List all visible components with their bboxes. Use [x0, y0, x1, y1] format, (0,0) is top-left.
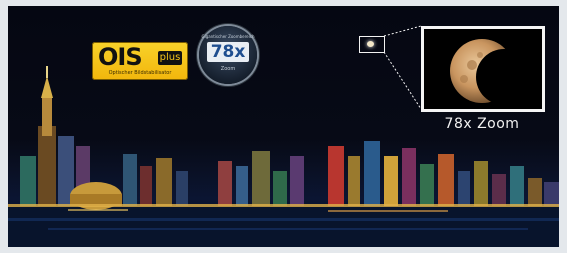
moon-image	[450, 39, 532, 105]
small-moon	[367, 41, 374, 47]
zoom-caption: 78x Zoom	[444, 116, 520, 132]
moon-highlight-box	[359, 36, 385, 53]
night-skyline-photo: OIS plus Optischer Bildstabilisator Giga…	[8, 6, 559, 247]
moon-zoom-inset	[421, 26, 545, 112]
